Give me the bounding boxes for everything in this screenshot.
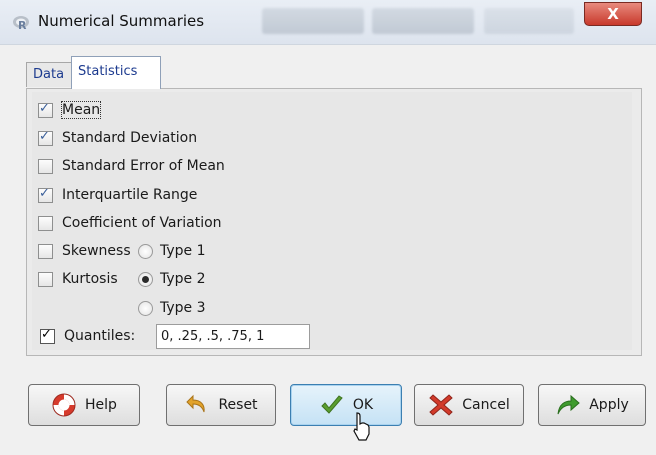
cancel-x-icon (429, 394, 454, 416)
lifebuoy-icon (52, 393, 76, 417)
standard-error-label: Standard Error of Mean (62, 158, 225, 174)
reset-button[interactable]: Reset (166, 384, 276, 426)
mean-option[interactable]: Mean (38, 99, 102, 121)
help-button[interactable]: Help (28, 384, 140, 426)
tab-data[interactable]: Data (26, 62, 72, 87)
type1-label: Type 1 (160, 243, 206, 259)
standard-deviation-checkbox[interactable] (38, 129, 53, 146)
checkmark-icon (321, 395, 343, 414)
mean-checkbox[interactable] (38, 101, 53, 118)
apply-arrow-icon (557, 394, 580, 415)
skewness-checkbox[interactable] (38, 243, 53, 259)
kurtosis-checkbox[interactable] (38, 271, 53, 287)
se-mean-option[interactable]: Standard Error of Mean (38, 155, 225, 177)
mouse-pointer-icon (353, 412, 370, 441)
coefficient-variation-label: Coefficient of Variation (62, 215, 222, 231)
quantiles-checkbox[interactable] (40, 327, 55, 344)
type3-label: Type 3 (160, 300, 206, 316)
type1-option[interactable]: Type 1 (138, 240, 206, 262)
type2-radio[interactable] (138, 271, 153, 287)
type2-label: Type 2 (160, 271, 206, 287)
mean-label: Mean (60, 101, 102, 119)
blurred-taskbar-item (484, 8, 574, 34)
type2-option[interactable]: Type 2 (138, 268, 206, 290)
r-app-icon: R (13, 16, 29, 32)
cancel-button-label: Cancel (462, 397, 510, 413)
svg-text:R: R (18, 19, 27, 32)
undo-arrow-icon (186, 394, 206, 413)
coefficient-variation-checkbox[interactable] (38, 215, 53, 231)
quantiles-input[interactable] (156, 324, 310, 349)
blurred-taskbar-item (262, 8, 364, 34)
skewness-option[interactable]: Skewness (38, 240, 131, 262)
apply-button[interactable]: Apply (538, 384, 646, 426)
close-button[interactable]: X (584, 2, 642, 26)
title-bar: R Numerical Summaries X (0, 0, 656, 45)
kurtosis-label: Kurtosis (62, 271, 118, 287)
cv-option[interactable]: Coefficient of Variation (38, 212, 222, 234)
tab-statistics[interactable]: Statistics (71, 56, 161, 89)
help-button-label: Help (85, 397, 117, 413)
interquartile-range-label: Interquartile Range (62, 187, 198, 203)
cancel-button[interactable]: Cancel (414, 384, 524, 426)
standard-deviation-label: Standard Deviation (62, 130, 198, 146)
type1-radio[interactable] (138, 243, 153, 259)
window-title: Numerical Summaries (38, 12, 205, 30)
tab-statistics-label: Statistics (78, 64, 138, 79)
skewness-label: Skewness (62, 243, 131, 259)
quantiles-option[interactable]: Quantiles: (40, 325, 135, 347)
blurred-taskbar-item (372, 8, 474, 34)
quantiles-label: Quantiles: (64, 328, 136, 344)
kurtosis-option[interactable]: Kurtosis (38, 268, 118, 290)
reset-button-label: Reset (218, 397, 258, 413)
type3-option[interactable]: Type 3 (138, 297, 206, 319)
type3-radio[interactable] (138, 300, 153, 316)
tab-data-label: Data (33, 67, 65, 82)
apply-button-label: Apply (589, 397, 629, 413)
iqr-option[interactable]: Interquartile Range (38, 184, 197, 206)
interquartile-range-checkbox[interactable] (38, 186, 53, 203)
ok-button-label: OK (352, 397, 374, 413)
standard-error-checkbox[interactable] (38, 158, 53, 174)
ok-button[interactable]: OK (290, 384, 402, 426)
sd-option[interactable]: Standard Deviation (38, 127, 197, 149)
close-icon: X (607, 5, 619, 23)
